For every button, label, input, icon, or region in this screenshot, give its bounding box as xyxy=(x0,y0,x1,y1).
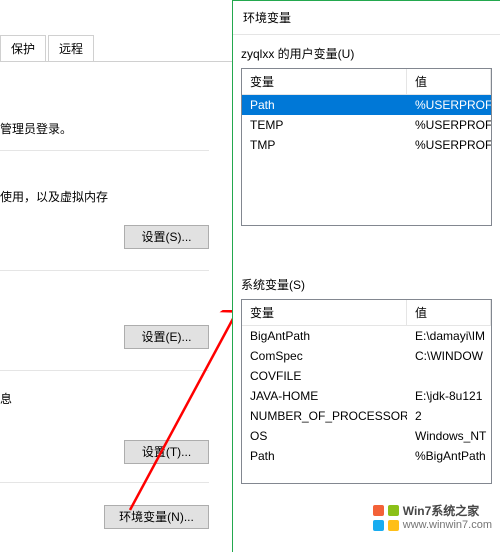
env-variables-dialog: 环境变量 zyqlxx 的用户变量(U) 变量 值 Path%USERPROFT… xyxy=(232,0,500,552)
user-vars-section: zyqlxx 的用户变量(U) 变量 值 Path%USERPROFTEMP%U… xyxy=(241,45,492,226)
windows-logo-icon xyxy=(373,505,399,531)
cell-value: E:\damayi\IM xyxy=(407,326,491,346)
settings-s-button[interactable]: 设置(S)... xyxy=(124,225,209,249)
table-row[interactable]: Path%BigAntPath xyxy=(242,446,491,466)
cell-variable: TMP xyxy=(242,135,407,155)
tab-protect[interactable]: 保护 xyxy=(0,35,46,61)
user-vars-table[interactable]: 变量 值 Path%USERPROFTEMP%USERPROFTMP%USERP… xyxy=(241,68,492,226)
table-row[interactable]: NUMBER_OF_PROCESSORS2 xyxy=(242,406,491,426)
cell-variable: Path xyxy=(242,446,407,466)
tabs-bar: 保护 远程 xyxy=(0,35,232,62)
table-row[interactable]: TEMP%USERPROF xyxy=(242,115,491,135)
watermark: Win7系统之家 www.winwin7.com xyxy=(373,504,492,532)
cell-value: %USERPROF xyxy=(407,115,491,135)
cell-variable: COVFILE xyxy=(242,366,407,386)
table-row[interactable]: JAVA-HOMEE:\jdk-8u121 xyxy=(242,386,491,406)
divider xyxy=(0,150,209,151)
divider xyxy=(0,270,209,271)
column-value[interactable]: 值 xyxy=(407,300,491,325)
virtual-memory-text: 使用，以及虚拟内存 xyxy=(0,188,108,205)
cell-value xyxy=(407,366,491,386)
system-vars-table[interactable]: 变量 值 BigAntPathE:\damayi\IMComSpecC:\WIN… xyxy=(241,299,492,484)
column-variable[interactable]: 变量 xyxy=(242,300,407,325)
cell-variable: JAVA-HOME xyxy=(242,386,407,406)
info-label: 息 xyxy=(0,390,12,407)
table-row[interactable]: OSWindows_NT xyxy=(242,426,491,446)
cell-value: %BigAntPath xyxy=(407,446,491,466)
settings-t-button[interactable]: 设置(T)... xyxy=(124,440,209,464)
cell-value: C:\WINDOW xyxy=(407,346,491,366)
cell-variable: Path xyxy=(242,95,407,115)
system-properties-window: 保护 远程 管理员登录。 使用，以及虚拟内存 设置(S)... 设置(E)...… xyxy=(0,0,232,552)
watermark-text: Win7系统之家 www.winwin7.com xyxy=(403,504,492,532)
table-row[interactable]: COVFILE xyxy=(242,366,491,386)
column-variable[interactable]: 变量 xyxy=(242,69,407,94)
env-vars-button[interactable]: 环境变量(N)... xyxy=(104,505,209,529)
table-row[interactable]: TMP%USERPROF xyxy=(242,135,491,155)
cell-value: E:\jdk-8u121 xyxy=(407,386,491,406)
divider xyxy=(0,370,209,371)
cell-variable: TEMP xyxy=(242,115,407,135)
cell-value: %USERPROF xyxy=(407,95,491,115)
cell-value: %USERPROF xyxy=(407,135,491,155)
system-vars-label: 系统变量(S) xyxy=(241,276,492,293)
tab-remote[interactable]: 远程 xyxy=(48,35,94,61)
table-row[interactable]: ComSpecC:\WINDOW xyxy=(242,346,491,366)
cell-variable: NUMBER_OF_PROCESSORS xyxy=(242,406,407,426)
table-row[interactable]: Path%USERPROF xyxy=(242,95,491,115)
system-vars-section: 系统变量(S) 变量 值 BigAntPathE:\damayi\IMComSp… xyxy=(241,276,492,484)
admin-login-text: 管理员登录。 xyxy=(0,120,72,137)
table-header: 变量 值 xyxy=(242,300,491,326)
settings-e-button[interactable]: 设置(E)... xyxy=(124,325,209,349)
cell-variable: OS xyxy=(242,426,407,446)
table-row[interactable]: BigAntPathE:\damayi\IM xyxy=(242,326,491,346)
column-value[interactable]: 值 xyxy=(407,69,491,94)
table-header: 变量 值 xyxy=(242,69,491,95)
cell-variable: BigAntPath xyxy=(242,326,407,346)
dialog-title: 环境变量 xyxy=(233,1,500,35)
user-vars-label: zyqlxx 的用户变量(U) xyxy=(241,45,492,62)
cell-value: 2 xyxy=(407,406,491,426)
cell-variable: ComSpec xyxy=(242,346,407,366)
cell-value: Windows_NT xyxy=(407,426,491,446)
divider xyxy=(0,482,209,483)
